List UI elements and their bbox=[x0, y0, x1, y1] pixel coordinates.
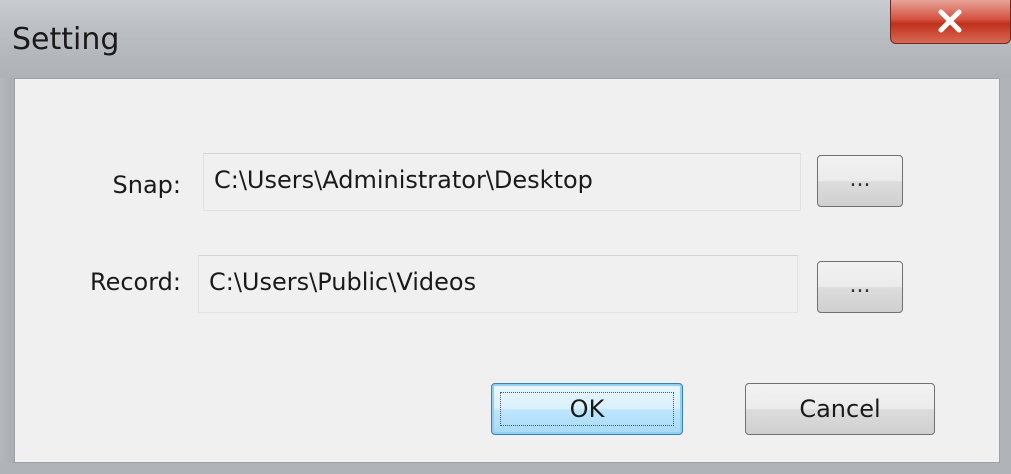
close-button[interactable] bbox=[890, 0, 1011, 44]
window-title: Setting bbox=[12, 22, 120, 57]
cancel-button-label: Cancel bbox=[799, 395, 881, 423]
cancel-button[interactable]: Cancel bbox=[745, 383, 935, 435]
window-frame-left bbox=[0, 78, 14, 474]
record-path-field[interactable]: C:\Users\Public\Videos bbox=[198, 255, 798, 313]
dialog-body: Snap: C:\Users\Administrator\Desktop ...… bbox=[14, 78, 1000, 463]
title-bar[interactable]: Setting bbox=[0, 0, 1011, 78]
window-frame-bottom bbox=[0, 463, 1011, 474]
window-frame-right bbox=[1000, 78, 1011, 474]
ok-button[interactable]: OK bbox=[491, 383, 683, 435]
snap-path-field[interactable]: C:\Users\Administrator\Desktop bbox=[203, 153, 801, 211]
close-icon bbox=[938, 9, 962, 33]
record-browse-button[interactable]: ... bbox=[817, 261, 903, 313]
record-label: Record: bbox=[89, 268, 181, 296]
snap-browse-button[interactable]: ... bbox=[817, 155, 903, 207]
snap-label: Snap: bbox=[112, 171, 181, 199]
setting-dialog: Setting Snap: C:\Users\Administrator\Des… bbox=[0, 0, 1011, 474]
focus-ring bbox=[500, 392, 674, 426]
